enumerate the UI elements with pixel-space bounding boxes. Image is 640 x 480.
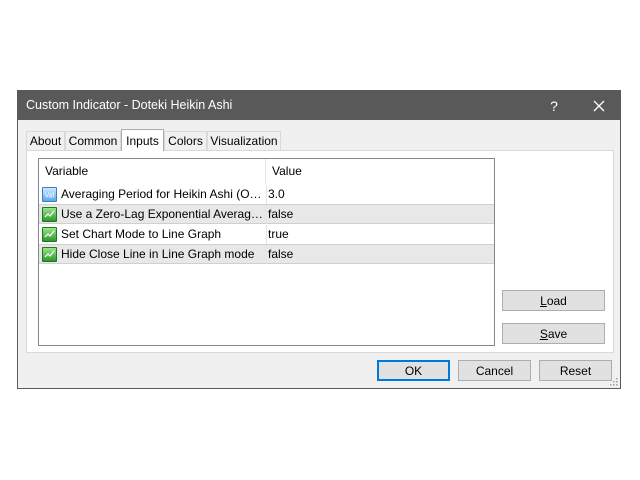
column-divider bbox=[266, 185, 267, 204]
grid-header: Variable Value bbox=[39, 159, 494, 184]
inputs-panel: Variable Value Val Averaging Period for … bbox=[26, 150, 614, 353]
tab-label: Common bbox=[68, 134, 118, 148]
table-row[interactable]: Hide Close Line in Line Graph mode false bbox=[39, 244, 494, 264]
close-button[interactable] bbox=[577, 91, 621, 120]
boolean-value-icon bbox=[42, 207, 57, 222]
load-button-label: Load bbox=[540, 293, 567, 308]
reset-button[interactable]: Reset bbox=[539, 360, 612, 381]
variable-name: Averaging Period for Heikin Ashi (Origin… bbox=[61, 187, 263, 201]
title-bar[interactable]: Custom Indicator - Doteki Heikin Ashi ? bbox=[18, 91, 620, 120]
column-divider bbox=[266, 205, 267, 224]
ok-button[interactable]: OK bbox=[377, 360, 450, 381]
column-header-value[interactable]: Value bbox=[266, 159, 494, 184]
variable-value[interactable]: false bbox=[268, 245, 293, 264]
table-row[interactable]: Use a Zero-Lag Exponential Averaging fal… bbox=[39, 204, 494, 224]
resize-grip-icon[interactable] bbox=[608, 376, 618, 386]
svg-text:Val: Val bbox=[45, 193, 55, 200]
column-divider bbox=[266, 225, 267, 244]
window-title: Custom Indicator - Doteki Heikin Ashi bbox=[26, 98, 233, 112]
tab-visualization[interactable]: Visualization bbox=[207, 131, 281, 150]
variable-value[interactable]: false bbox=[268, 205, 293, 224]
close-icon bbox=[593, 100, 605, 111]
variable-value[interactable]: 3.0 bbox=[268, 185, 285, 204]
tab-inputs[interactable]: Inputs bbox=[121, 129, 164, 151]
tab-label: Inputs bbox=[126, 133, 159, 148]
load-button[interactable]: Load bbox=[502, 290, 605, 311]
variable-name: Set Chart Mode to Line Graph bbox=[61, 227, 222, 241]
boolean-value-icon bbox=[42, 247, 57, 262]
tab-label: About bbox=[29, 134, 62, 148]
cancel-button[interactable]: Cancel bbox=[458, 360, 531, 381]
column-header-variable[interactable]: Variable bbox=[39, 159, 266, 184]
table-row[interactable]: Set Chart Mode to Line Graph true bbox=[39, 224, 494, 244]
tab-colors[interactable]: Colors bbox=[164, 131, 207, 150]
save-button[interactable]: Save bbox=[502, 323, 605, 344]
variable-name: Hide Close Line in Line Graph mode bbox=[61, 247, 255, 261]
numeric-value-icon: Val bbox=[42, 187, 57, 202]
boolean-value-icon bbox=[42, 227, 57, 242]
tab-label: Visualization bbox=[210, 134, 278, 148]
tab-label: Colors bbox=[168, 134, 203, 148]
tab-common[interactable]: Common bbox=[65, 131, 121, 150]
help-button[interactable]: ? bbox=[532, 91, 576, 120]
column-divider bbox=[266, 245, 267, 264]
variable-value[interactable]: true bbox=[268, 225, 289, 244]
inputs-grid[interactable]: Variable Value Val Averaging Period for … bbox=[38, 158, 495, 346]
table-row[interactable]: Val Averaging Period for Heikin Ashi (Or… bbox=[39, 184, 494, 204]
save-button-label: Save bbox=[539, 326, 568, 341]
variable-name: Use a Zero-Lag Exponential Averaging bbox=[61, 207, 263, 221]
help-icon: ? bbox=[550, 97, 558, 114]
tab-about[interactable]: About bbox=[26, 131, 65, 150]
custom-indicator-dialog: Custom Indicator - Doteki Heikin Ashi ? … bbox=[17, 90, 621, 389]
